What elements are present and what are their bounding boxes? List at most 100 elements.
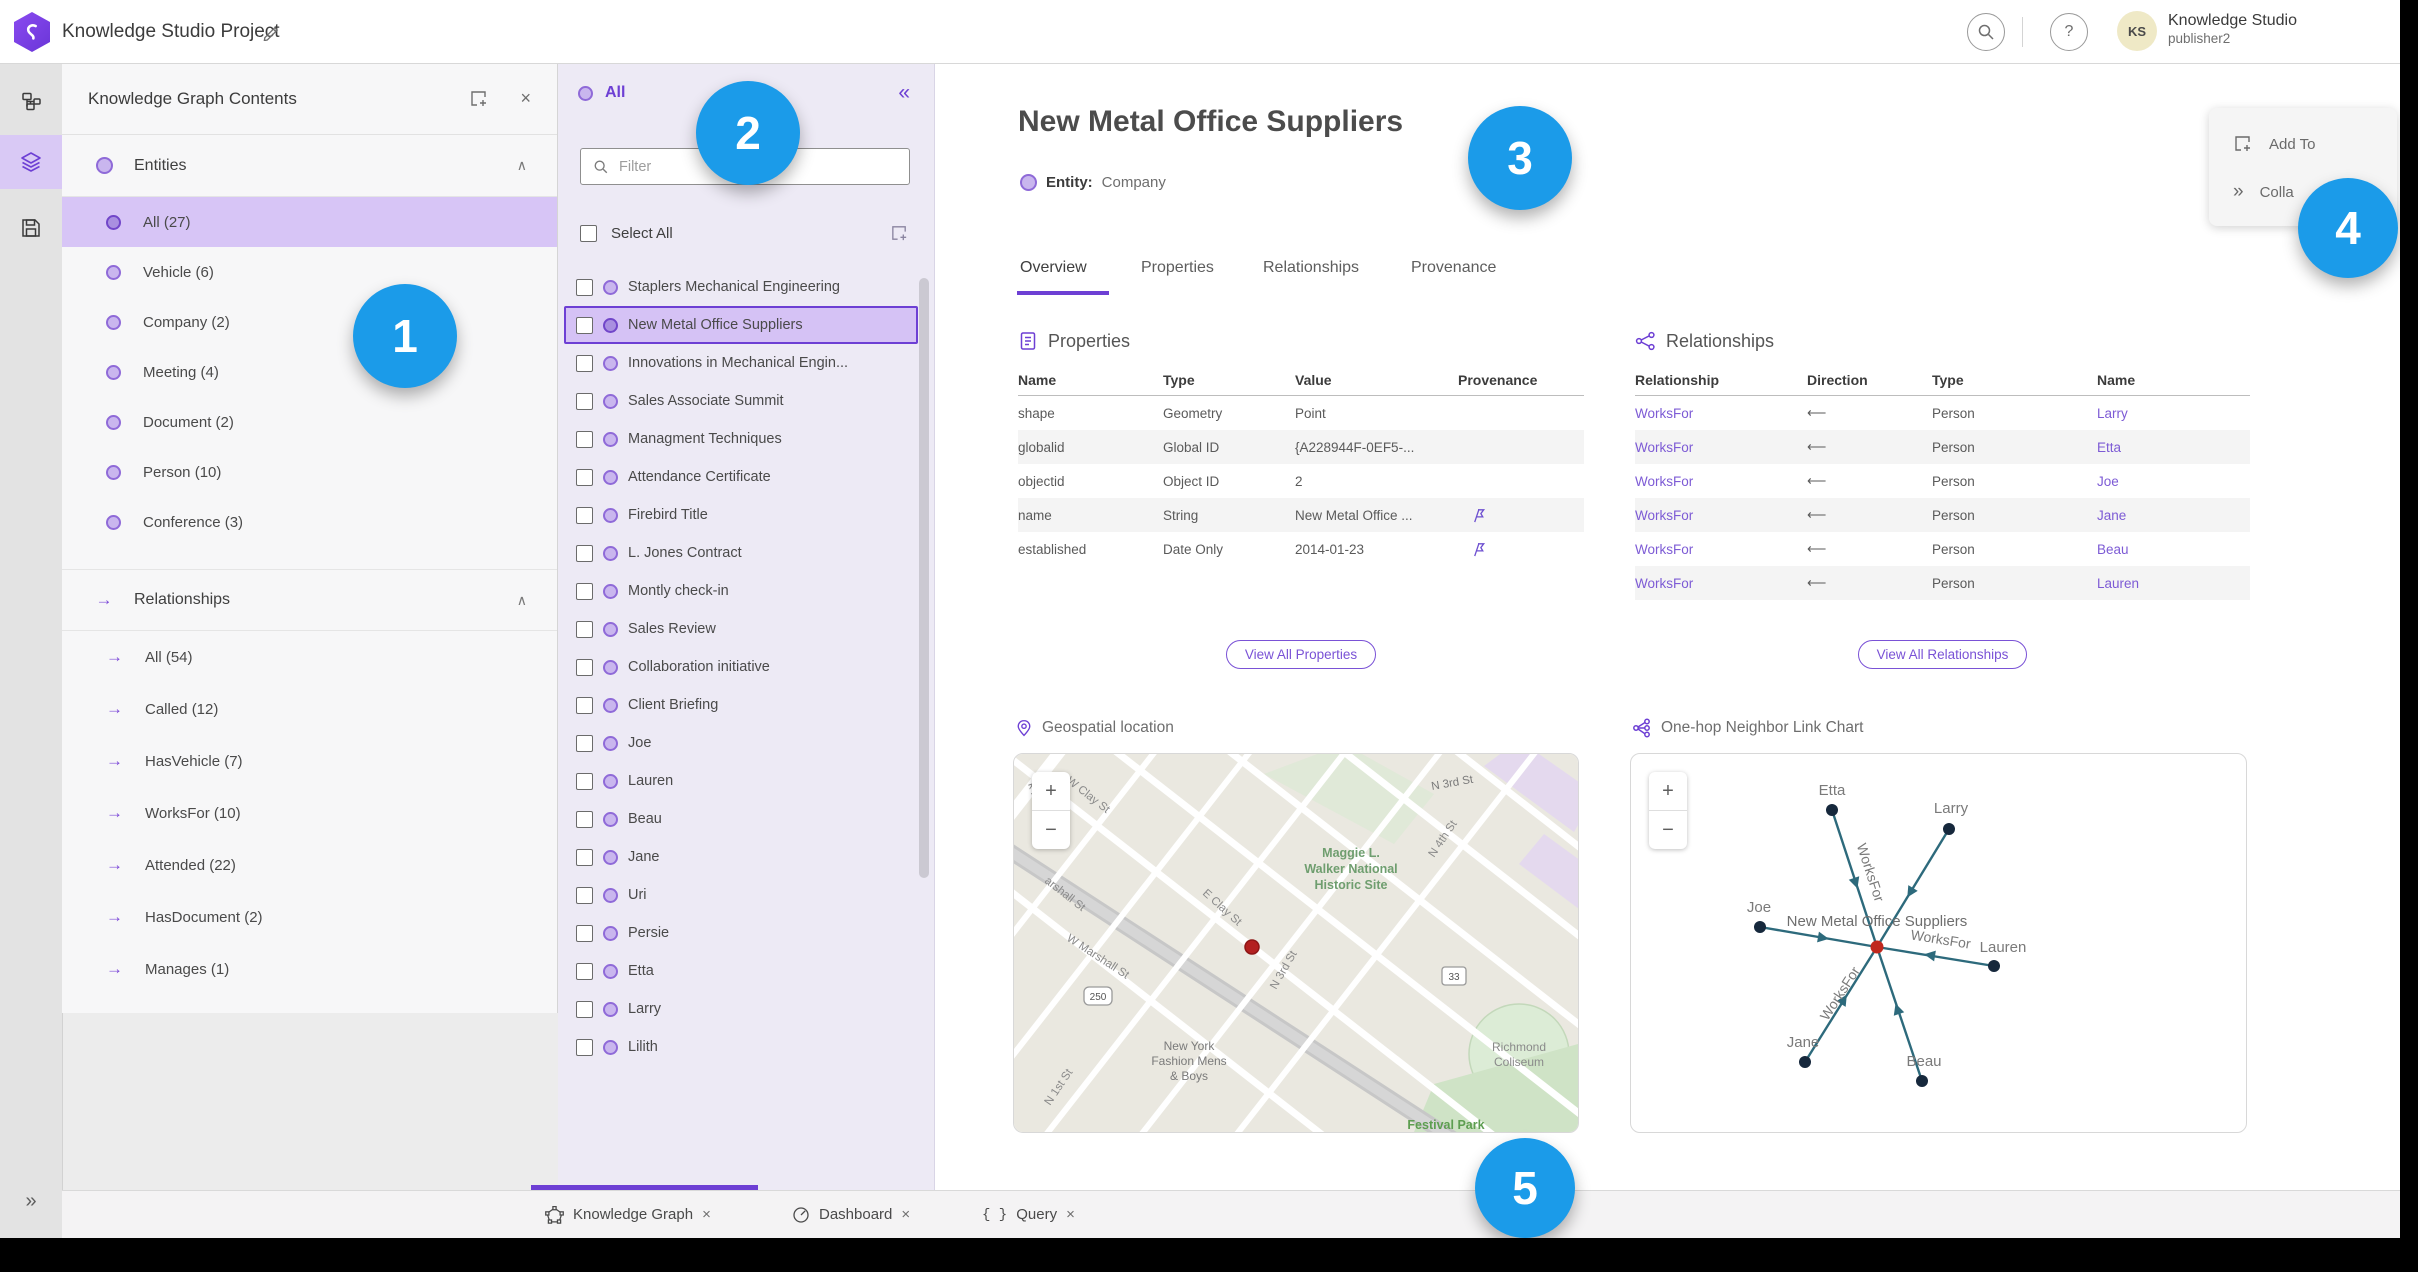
list-item[interactable]: Client Briefing	[564, 686, 918, 724]
relationship-type-worksfor[interactable]: → WorksFor (10)	[62, 787, 557, 839]
list-item[interactable]: Lauren	[564, 762, 918, 800]
relationship-link[interactable]: WorksFor	[1635, 464, 1693, 498]
item-checkbox[interactable]	[576, 468, 593, 486]
map-canvas[interactable]: 250 33 k Rd W Clay St E Clay St arshall …	[1014, 754, 1578, 1132]
list-item[interactable]: Joe	[564, 724, 918, 762]
list-item[interactable]: Staplers Mechanical Engineering	[564, 268, 918, 306]
relationship-type-attended[interactable]: → Attended (22)	[62, 839, 557, 891]
entities-section-header[interactable]: Entities ∧	[62, 135, 557, 197]
link-chart[interactable]: + − Etta Larry Joe Lauren Jane Beau New …	[1630, 753, 2247, 1133]
item-checkbox[interactable]	[576, 430, 593, 448]
close-panel-button[interactable]: ×	[520, 88, 531, 109]
list-item[interactable]: Persie	[564, 914, 918, 952]
entity-type-company[interactable]: Company (2)	[62, 297, 557, 347]
list-item[interactable]: Sales Associate Summit	[564, 382, 918, 420]
item-checkbox[interactable]	[576, 1038, 593, 1056]
list-item[interactable]: Managment Techniques	[564, 420, 918, 458]
help-button[interactable]: ?	[2050, 13, 2088, 51]
entity-link[interactable]: Larry	[2097, 396, 2128, 430]
search-button[interactable]	[1967, 13, 2005, 51]
entity-type-vehicle[interactable]: Vehicle (6)	[62, 247, 557, 297]
view-all-relationships-button[interactable]: View All Relationships	[1857, 640, 2028, 669]
list-item[interactable]: Larry	[564, 990, 918, 1028]
item-checkbox[interactable]	[576, 886, 593, 904]
entity-type-meeting[interactable]: Meeting (4)	[62, 347, 557, 397]
select-all-checkbox[interactable]	[580, 224, 597, 242]
relationship-link[interactable]: WorksFor	[1635, 396, 1693, 430]
item-checkbox[interactable]	[576, 544, 593, 562]
entity-type-conference[interactable]: Conference (3)	[62, 497, 557, 547]
list-scrollbar[interactable]	[919, 278, 929, 878]
tab-provenance[interactable]: Provenance	[1411, 259, 1496, 285]
entity-link[interactable]: Joe	[2097, 464, 2119, 498]
tab-knowledge-graph[interactable]: Knowledge Graph ×	[545, 1191, 711, 1238]
item-checkbox[interactable]	[576, 696, 593, 714]
item-checkbox[interactable]	[576, 316, 593, 334]
close-tab-icon[interactable]: ×	[901, 1206, 910, 1223]
close-tab-icon[interactable]: ×	[1066, 1206, 1075, 1223]
tab-query[interactable]: { } Query ×	[982, 1191, 1075, 1238]
list-item[interactable]: L. Jones Contract	[564, 534, 918, 572]
item-checkbox[interactable]	[576, 772, 593, 790]
relationship-type-hasvehicle[interactable]: → HasVehicle (7)	[62, 735, 557, 787]
list-item-selected[interactable]: New Metal Office Suppliers	[564, 306, 918, 344]
chevron-up-icon[interactable]: ∧	[517, 592, 527, 609]
tab-overview[interactable]: Overview	[1020, 259, 1087, 285]
chevron-up-icon[interactable]: ∧	[517, 157, 527, 174]
zoom-out-button[interactable]: −	[1649, 811, 1687, 849]
expand-rail-button[interactable]: »	[0, 1181, 62, 1221]
list-item[interactable]: Beau	[564, 800, 918, 838]
item-checkbox[interactable]	[576, 962, 593, 980]
list-item[interactable]: Lilith	[564, 1028, 918, 1066]
relationship-type-hasdocument[interactable]: → HasDocument (2)	[62, 891, 557, 943]
entity-link[interactable]: Beau	[2097, 532, 2129, 566]
geospatial-map[interactable]: + − 250 33 W Clay St E Clay St arshall S…	[1013, 753, 1579, 1133]
relationships-section-header[interactable]: → Relationships ∧	[62, 569, 557, 631]
item-checkbox[interactable]	[576, 582, 593, 600]
entity-type-document[interactable]: Document (2)	[62, 397, 557, 447]
tab-relationships[interactable]: Relationships	[1263, 259, 1359, 285]
list-item[interactable]: Firebird Title	[564, 496, 918, 534]
tab-dashboard[interactable]: Dashboard ×	[792, 1191, 910, 1238]
list-item[interactable]: Innovations in Mechanical Engin...	[564, 344, 918, 382]
data-model-rail-button[interactable]	[0, 75, 62, 129]
relationship-type-called[interactable]: → Called (12)	[62, 683, 557, 735]
add-to-button[interactable]: Add To	[2233, 130, 2315, 158]
list-item[interactable]: Jane	[564, 838, 918, 876]
collapse-button[interactable]: » Colla	[2233, 178, 2294, 206]
list-item[interactable]: Collaboration initiative	[564, 648, 918, 686]
zoom-in-button[interactable]: +	[1649, 772, 1687, 811]
add-to-map-button[interactable]	[464, 84, 494, 114]
list-item[interactable]: Uri	[564, 876, 918, 914]
save-rail-button[interactable]	[0, 201, 62, 255]
tab-properties[interactable]: Properties	[1141, 259, 1214, 285]
entity-link[interactable]: Jane	[2097, 498, 2126, 532]
item-checkbox[interactable]	[576, 658, 593, 676]
list-item[interactable]: Montly check-in	[564, 572, 918, 610]
item-checkbox[interactable]	[576, 924, 593, 942]
entity-type-person[interactable]: Person (10)	[62, 447, 557, 497]
zoom-in-button[interactable]: +	[1032, 772, 1070, 811]
list-item[interactable]: Attendance Certificate	[564, 458, 918, 496]
list-item[interactable]: Sales Review	[564, 610, 918, 648]
avatar[interactable]: KS	[2117, 11, 2157, 51]
relationship-link[interactable]: WorksFor	[1635, 566, 1693, 600]
item-checkbox[interactable]	[576, 734, 593, 752]
zoom-out-button[interactable]: −	[1032, 811, 1070, 849]
entity-link[interactable]: Etta	[2097, 430, 2121, 464]
entity-type-all[interactable]: All (27)	[62, 197, 557, 247]
provenance-flag-icon[interactable]	[1470, 532, 1487, 566]
item-checkbox[interactable]	[576, 848, 593, 866]
item-checkbox[interactable]	[576, 1000, 593, 1018]
edit-title-button[interactable]	[258, 18, 284, 44]
list-item[interactable]: Etta	[564, 952, 918, 990]
item-checkbox[interactable]	[576, 810, 593, 828]
view-all-properties-button[interactable]: View All Properties	[1225, 640, 1377, 669]
relationship-type-all[interactable]: → All (54)	[62, 631, 557, 683]
center-node[interactable]	[1870, 940, 1884, 954]
linkchart-canvas[interactable]: Etta Larry Joe Lauren Jane Beau New Meta…	[1631, 754, 2246, 1132]
relationship-type-manages[interactable]: → Manages (1)	[62, 943, 557, 995]
item-checkbox[interactable]	[576, 278, 593, 296]
close-tab-icon[interactable]: ×	[702, 1206, 711, 1223]
relationship-link[interactable]: WorksFor	[1635, 532, 1693, 566]
